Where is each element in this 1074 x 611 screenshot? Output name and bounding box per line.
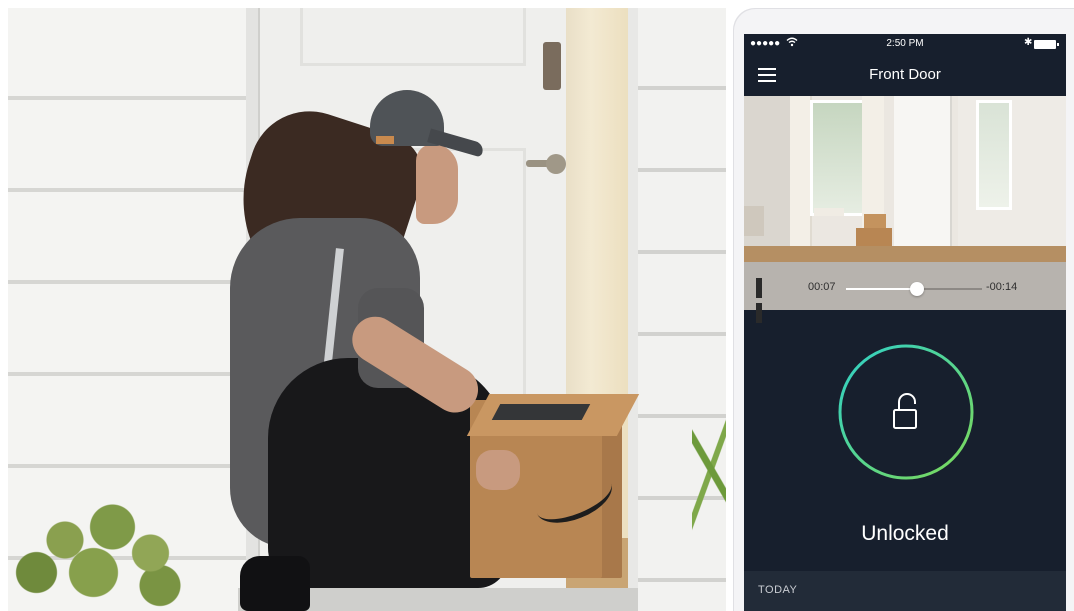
playback-scrubber[interactable] xyxy=(846,282,982,296)
video-door xyxy=(894,96,952,250)
potted-plant xyxy=(8,488,198,611)
clock: 2:50 PM xyxy=(886,38,924,49)
delivery-photo: amazon xyxy=(8,8,726,611)
video-wall xyxy=(744,96,792,262)
nav-bar: Front Door xyxy=(744,54,1066,96)
battery-icon xyxy=(1034,40,1059,49)
camera-video-feed[interactable] xyxy=(744,96,1066,262)
hand xyxy=(476,450,520,490)
scrubber-progress xyxy=(846,288,917,290)
lock-status-label: Unlocked xyxy=(861,522,949,545)
scrubber-thumb[interactable] xyxy=(909,282,924,296)
plant-leaves xyxy=(692,404,726,534)
lock-status-ring[interactable] xyxy=(836,332,976,492)
video-window xyxy=(810,100,866,216)
video-package xyxy=(864,214,886,228)
cap-patch xyxy=(376,136,394,144)
video-floor xyxy=(744,246,1066,262)
video-curtain xyxy=(790,96,810,246)
package-tape xyxy=(491,404,591,420)
shoe xyxy=(240,556,310,611)
bluetooth-icon: ✱ xyxy=(1024,37,1033,48)
video-window xyxy=(976,100,1012,210)
phone-screen: ●●●●● 2:50 PM ✱ Front Door 00:07 -00:14 … xyxy=(744,34,1066,611)
face xyxy=(416,144,458,224)
video-wall xyxy=(958,96,1066,262)
unlocked-padlock-icon xyxy=(893,393,917,429)
section-label: TODAY xyxy=(758,584,798,596)
playback-controls: 00:07 -00:14 xyxy=(744,262,1066,323)
elapsed-time: 00:07 xyxy=(808,281,836,293)
video-sofa xyxy=(744,206,764,236)
page-title: Front Door xyxy=(869,66,941,83)
remaining-time: -00:14 xyxy=(986,281,1018,293)
video-stool xyxy=(814,208,844,216)
status-bar: ●●●●● 2:50 PM ✱ xyxy=(744,34,1066,54)
activity-section-header: TODAY xyxy=(744,571,1066,611)
pause-icon[interactable] xyxy=(756,278,774,323)
